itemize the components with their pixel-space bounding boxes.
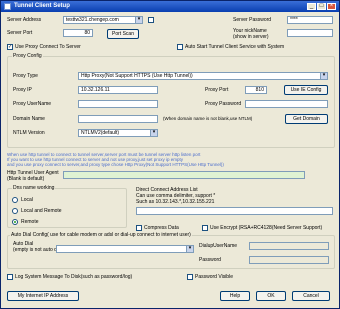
compress-label: Compress Data	[144, 225, 179, 231]
server-password-field[interactable]: ****	[287, 16, 333, 24]
proxy-ip-field[interactable]: 10.32.126.11	[78, 86, 158, 94]
dns-local-remote-radio[interactable]	[12, 208, 18, 214]
window-title: Tunnel Client Setup	[14, 3, 70, 9]
cancel-button[interactable]: Cancel	[292, 291, 330, 301]
close-button[interactable]: ×	[327, 3, 336, 10]
proxy-password-label: Proxy Password	[205, 101, 242, 107]
ntlm-version-label: NTLM Version	[13, 130, 45, 136]
ntlm-version-select[interactable]: NTLMV2(default) ▾	[78, 129, 158, 137]
dns-local-radio[interactable]	[12, 197, 18, 203]
dns-remote-label: Remote	[21, 219, 39, 225]
chevron-down-icon[interactable]: ▾	[135, 17, 142, 23]
auto-start-label: Auto Start Tunnel Client Service with Sy…	[185, 44, 285, 50]
log-label: Log System Message To Disk(such as passw…	[15, 274, 133, 280]
proxy-port-field[interactable]: 810	[245, 86, 267, 94]
maximize-button[interactable]: □	[317, 3, 326, 10]
password-visible-label: Password Visible	[195, 274, 233, 280]
log-checkbox[interactable]	[7, 274, 13, 280]
port-scan-button[interactable]: Port Scan	[107, 29, 139, 39]
proxy-port-label: Proxy Port	[205, 87, 229, 93]
dns-remote-radio[interactable]	[12, 219, 18, 225]
use-ie-config-button[interactable]: Use IE Config	[284, 85, 328, 95]
proxy-type-select[interactable]: Http Proxy(Not Support HTTPS (Use Http T…	[78, 72, 328, 80]
app-icon	[4, 3, 11, 10]
dialup-username-label: DialupUserName	[199, 243, 238, 249]
title-bar[interactable]: Tunnel Client Setup _ □ ×	[1, 1, 339, 12]
user-agent-field[interactable]	[63, 171, 305, 179]
server-address-label: Server Address	[7, 17, 42, 23]
server-port-label: Server Port	[7, 30, 33, 36]
proxy-type-label: Proxy Type	[13, 73, 38, 79]
internet-ip-button[interactable]: My Internet IP Address	[7, 291, 79, 301]
dns-local-remote-label: Local and Remote	[21, 208, 62, 214]
minimize-button[interactable]: _	[307, 3, 316, 10]
proxy-config-legend: Proxy Config	[12, 53, 43, 59]
ok-button[interactable]: OK	[256, 291, 286, 301]
get-domain-button[interactable]: Get Domain	[285, 114, 328, 124]
nickname-field[interactable]	[287, 29, 333, 37]
direct-connect-sublabel-2: Such as 10.32.143.*,10.32.155.221	[136, 199, 215, 205]
server-port-field[interactable]: 80	[63, 29, 93, 37]
proxy-type-value: Http Proxy(Not Support HTTPS (Use Http T…	[81, 73, 193, 79]
dialog-window: Tunnel Client Setup _ □ × Server Address…	[0, 0, 340, 309]
auto-dial-select[interactable]: ▾	[56, 245, 194, 253]
proxy-password-field[interactable]	[245, 100, 328, 108]
chevron-down-icon[interactable]: ▾	[320, 73, 327, 79]
nickname-sublabel: (show in server)	[233, 34, 269, 40]
help-button[interactable]: Help	[220, 291, 250, 301]
dialup-password-field[interactable]	[249, 256, 329, 264]
encrypt-label: Use Encrypt (RSA+RC4128(Need Server Supp…	[210, 225, 323, 231]
ntlm-version-value: NTLMV2(default)	[81, 130, 120, 136]
server-address-extra-icon[interactable]	[148, 17, 154, 23]
dns-local-label: Local	[21, 197, 33, 203]
chevron-down-icon[interactable]: ▾	[186, 246, 193, 252]
use-proxy-checkbox[interactable]: ✓	[7, 44, 13, 50]
server-address-combo[interactable]: testtw321.chengep.com ▾	[63, 16, 143, 24]
auto-dial-legend: Auto Dial Config( use for cable modem or…	[10, 232, 192, 238]
proxy-ip-label: Proxy IP	[13, 87, 32, 93]
domain-name-label: Domain Name	[13, 116, 45, 122]
chevron-down-icon[interactable]: ▾	[150, 130, 157, 136]
domain-name-field[interactable]	[78, 115, 158, 123]
auto-start-checkbox[interactable]	[177, 44, 183, 50]
server-password-label: Server Password	[233, 17, 272, 23]
dns-legend: Dns name working	[12, 185, 56, 191]
use-proxy-label: Use Proxy Connect To Server	[15, 44, 81, 50]
dialup-password-label: Password	[199, 257, 221, 263]
user-agent-sublabel: (Blank is default)	[7, 176, 45, 182]
compress-checkbox[interactable]	[136, 225, 142, 231]
note-line-3: and you use proxy connect to server,and …	[7, 162, 224, 167]
domain-hint: (When domain name is not blank,use NTLM)	[163, 116, 253, 121]
server-address-value: testtw321.chengep.com	[66, 17, 119, 23]
dialup-username-field[interactable]	[249, 242, 329, 250]
encrypt-checkbox[interactable]	[202, 225, 208, 231]
direct-connect-field[interactable]	[136, 207, 333, 215]
proxy-username-field[interactable]	[78, 100, 158, 108]
proxy-username-label: Proxy UserName	[13, 101, 52, 107]
password-visible-checkbox[interactable]	[187, 274, 193, 280]
